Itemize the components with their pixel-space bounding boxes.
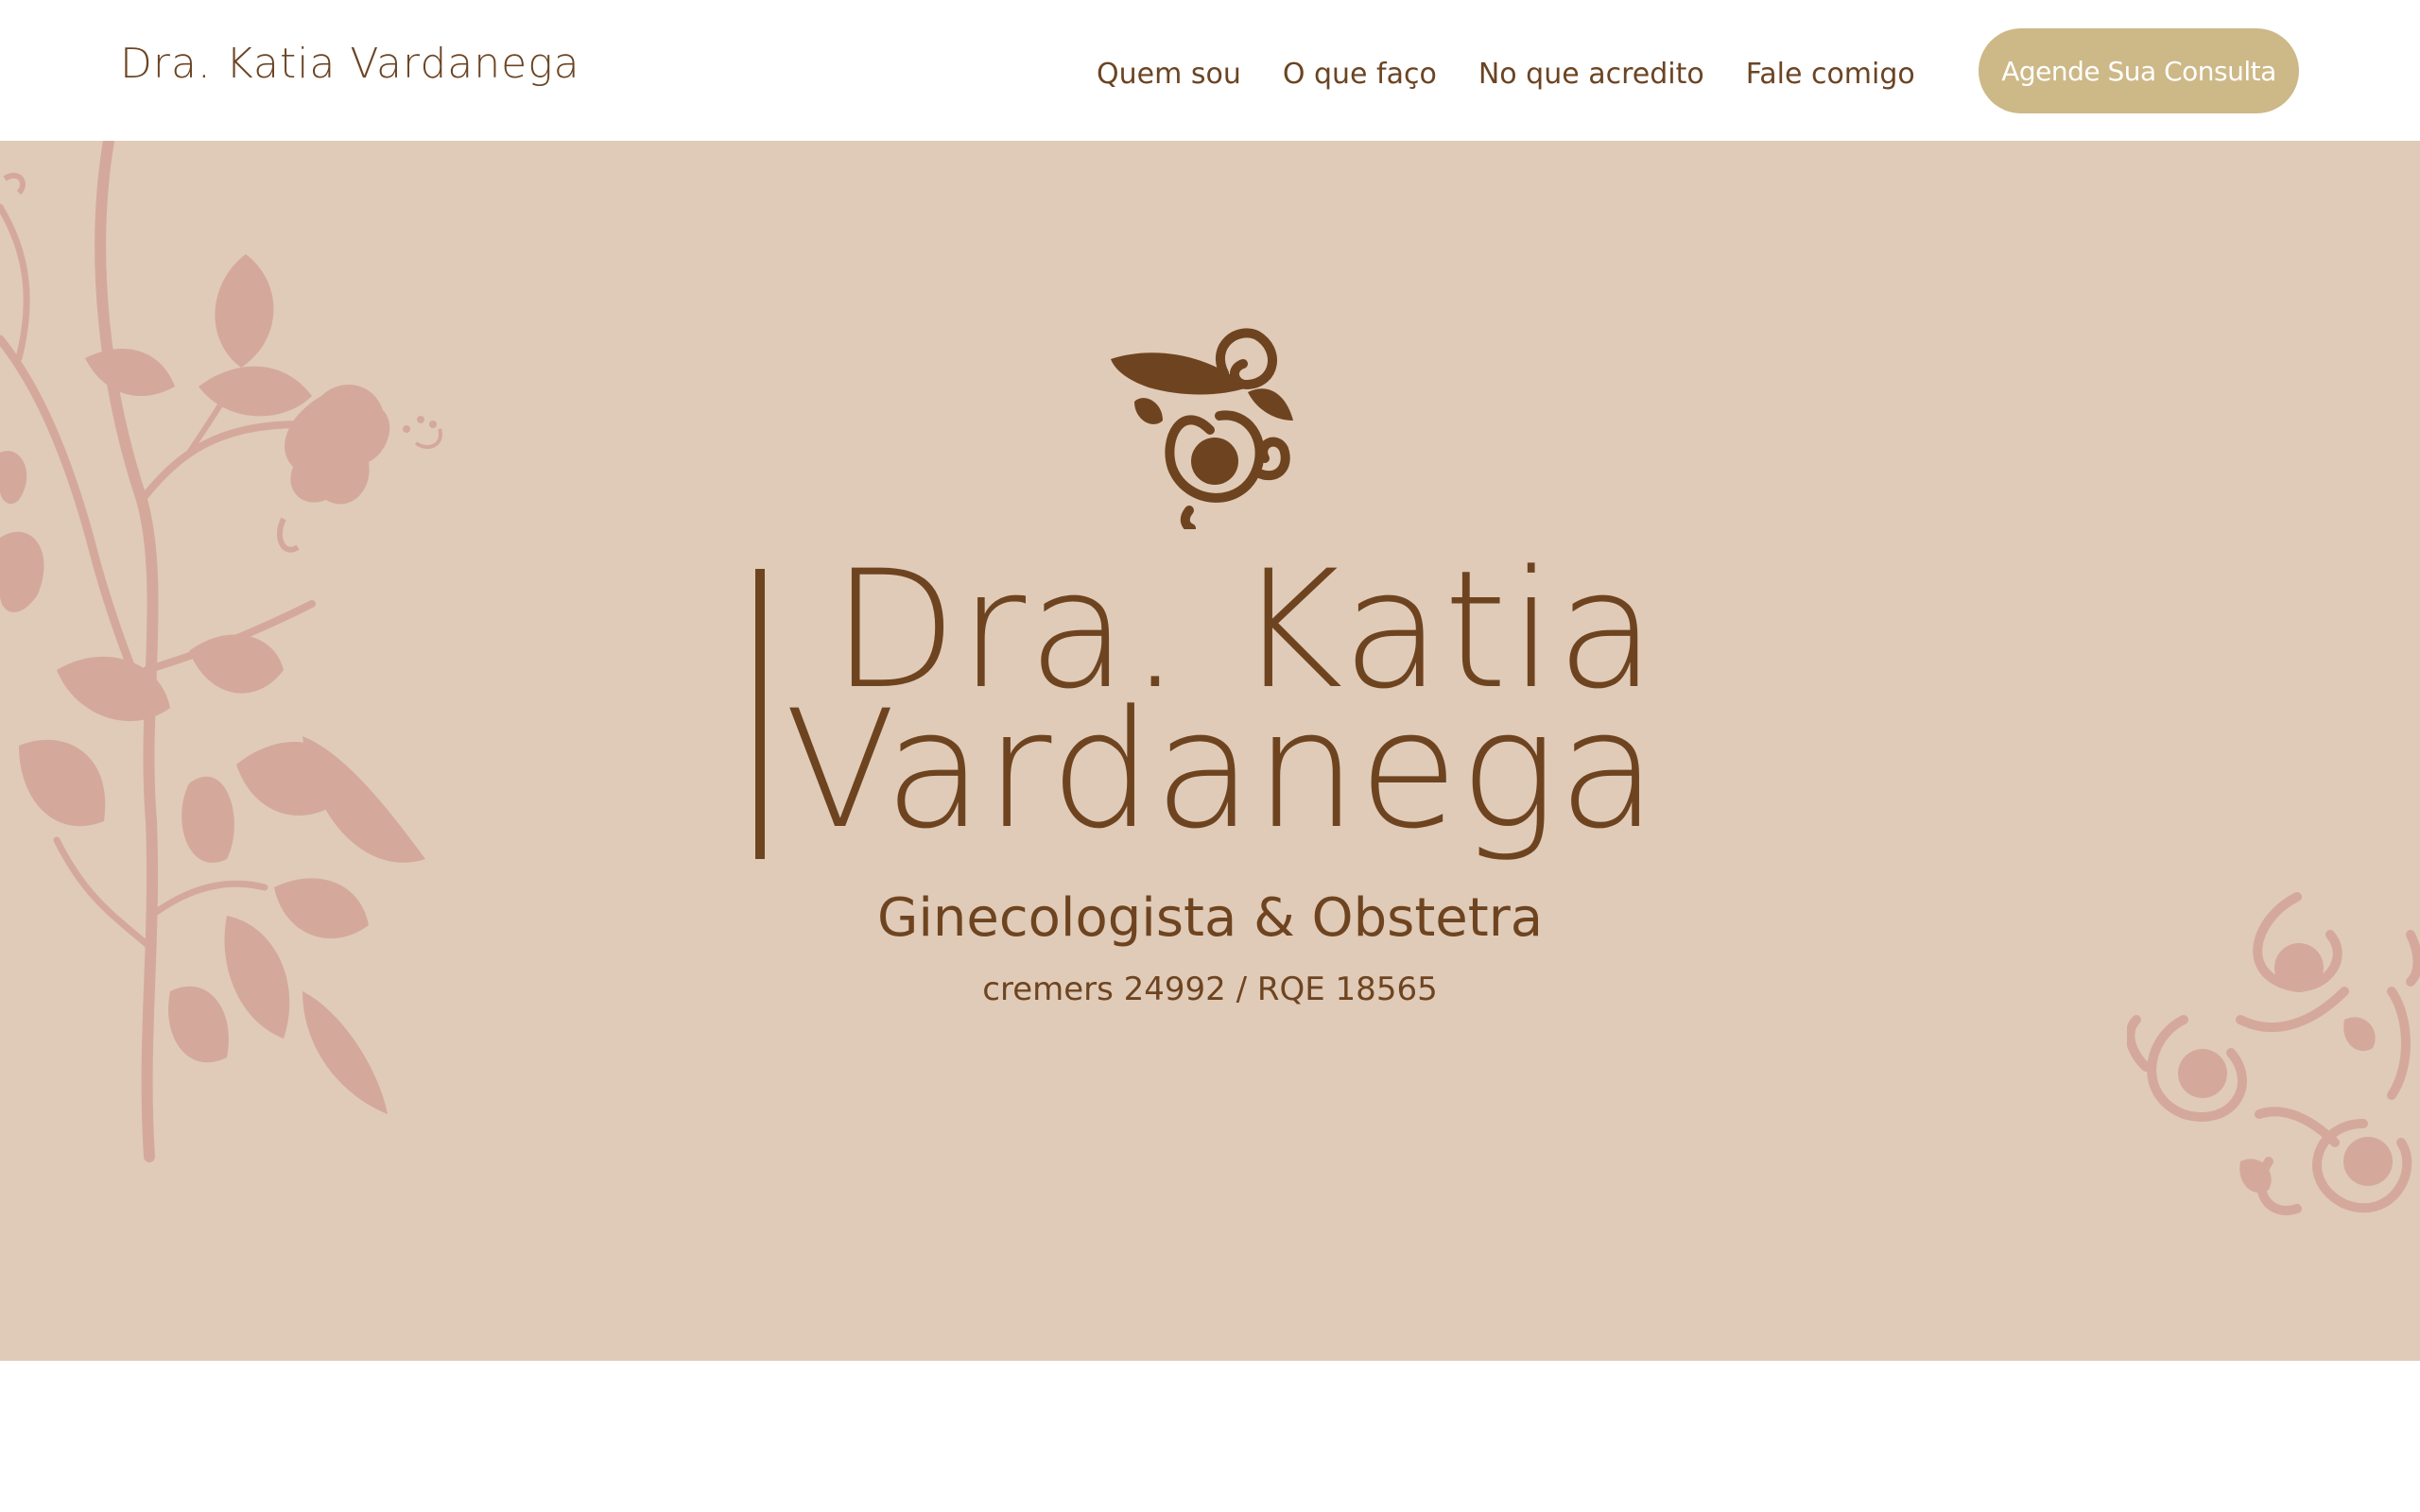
nav-link-no-que-acredito[interactable]: No que acredito <box>1478 58 1704 91</box>
hero-specialty: Ginecologista & Obstetra <box>876 887 1544 949</box>
site-header: Dra. Katia Vardanega Quem sou O que faço… <box>0 0 2420 141</box>
nav-link-fale-comigo[interactable]: Fale comigo <box>1746 58 1915 91</box>
hero-divider-bar <box>755 569 765 859</box>
nav-link-quem-sou[interactable]: Quem sou <box>1097 58 1241 91</box>
nav-link-o-que-faco[interactable]: O que faço <box>1283 58 1437 91</box>
hero-section: Dra. Katia Vardanega Ginecologista & Obs… <box>0 141 2420 1361</box>
schedule-consultation-button[interactable]: Agende Sua Consulta <box>1979 28 2299 113</box>
hero-registration: cremers 24992 / RQE 18565 <box>982 971 1438 1008</box>
main-nav: Quem sou O que faço No que acredito Fale… <box>1097 53 1915 94</box>
brand-logo-text[interactable]: Dra. Katia Vardanega <box>120 40 580 88</box>
hero-name-second-line: Vardanega <box>785 675 1659 865</box>
below-hero-section <box>0 1361 2420 1512</box>
floral-emblem-icon <box>1111 328 1293 529</box>
floral-branch-icon <box>0 141 442 1162</box>
